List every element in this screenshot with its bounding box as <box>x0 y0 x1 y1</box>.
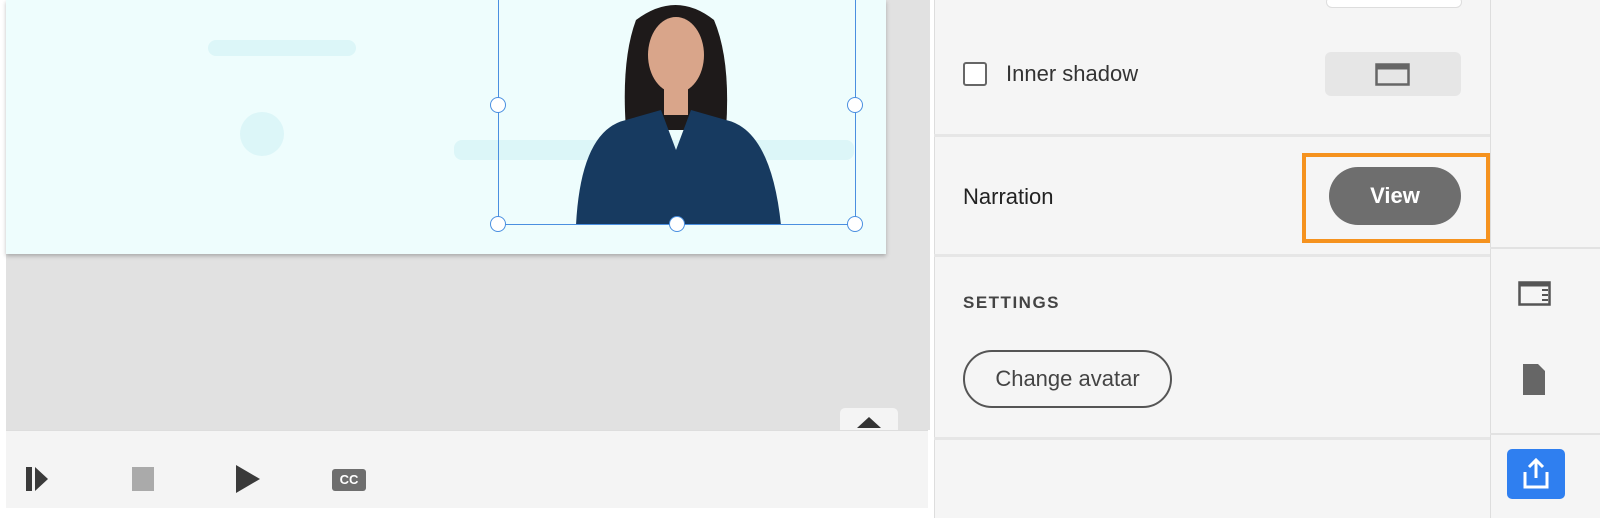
field-partial[interactable] <box>1326 0 1462 8</box>
divider <box>934 134 1490 137</box>
play-icon[interactable] <box>234 465 264 493</box>
inner-shadow-style-button[interactable] <box>1325 52 1461 96</box>
resize-handle[interactable] <box>490 216 506 232</box>
share-button[interactable] <box>1507 449 1565 499</box>
divider <box>934 437 1490 440</box>
resize-handle[interactable] <box>847 97 863 113</box>
chevron-up-icon <box>857 417 881 428</box>
resize-handle[interactable] <box>490 97 506 113</box>
placeholder-bar <box>208 40 356 56</box>
avatar-selection-box[interactable] <box>498 0 856 225</box>
play-from-start-icon[interactable] <box>26 467 58 493</box>
player-bar: CC <box>6 430 928 508</box>
settings-heading: SETTINGS <box>963 293 1061 312</box>
right-rail <box>1490 0 1600 518</box>
properties-panel-icon[interactable] <box>1518 281 1552 307</box>
stop-icon[interactable] <box>132 467 156 493</box>
document-icon[interactable] <box>1523 364 1547 396</box>
change-avatar-button[interactable]: Change avatar <box>963 350 1172 408</box>
view-narration-button[interactable]: View <box>1329 167 1461 225</box>
expand-timeline-button[interactable] <box>840 408 898 432</box>
inner-shadow-icon <box>1375 63 1410 86</box>
divider <box>1490 247 1600 249</box>
closed-captions-button[interactable]: CC <box>332 469 366 491</box>
inner-shadow-label: Inner shadow <box>1006 61 1139 86</box>
resize-handle[interactable] <box>669 216 685 232</box>
resize-handle[interactable] <box>847 216 863 232</box>
inner-shadow-checkbox[interactable] <box>963 62 987 86</box>
narration-label: Narration <box>963 184 1054 209</box>
divider <box>1490 433 1600 435</box>
placeholder-circle <box>240 112 284 156</box>
divider <box>934 254 1490 257</box>
share-icon <box>1523 458 1549 489</box>
